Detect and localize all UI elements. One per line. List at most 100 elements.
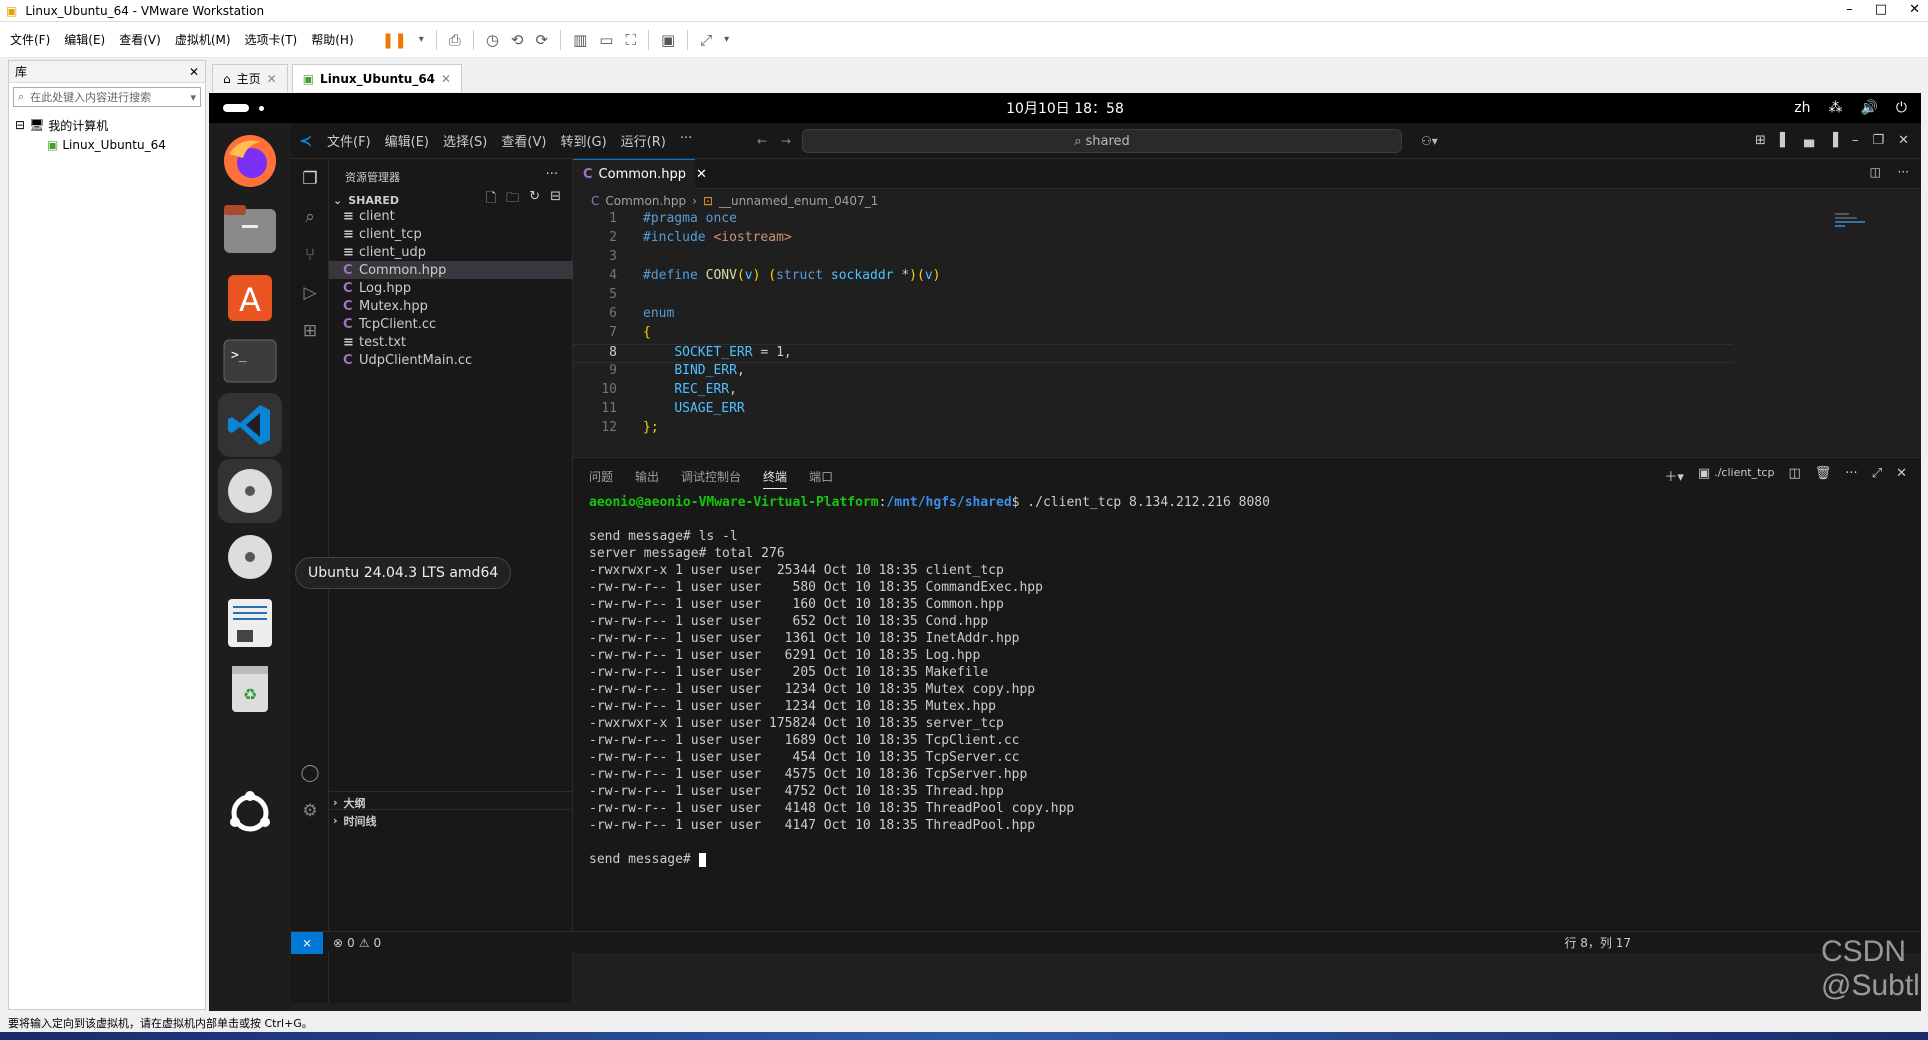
menu-file[interactable]: 文件(F): [10, 31, 50, 48]
file-item[interactable]: C UdpClientMain.cc: [329, 351, 573, 369]
minimize-icon[interactable]: –: [1846, 2, 1853, 17]
library-view-icon[interactable]: ▥: [573, 31, 587, 49]
stretch-icon[interactable]: ⤢: [700, 31, 712, 49]
vs-menu-go[interactable]: 转到(G): [560, 131, 606, 150]
revert-snapshot-icon[interactable]: ⟲: [511, 31, 524, 49]
tab-home[interactable]: ⌂ 主页 ✕: [212, 64, 288, 92]
close-icon[interactable]: ✕: [1898, 133, 1909, 148]
file-item[interactable]: ≡ test.txt: [329, 333, 573, 351]
new-terminal-icon[interactable]: ＋▾: [1664, 466, 1684, 485]
explorer-icon[interactable]: ❐: [300, 169, 320, 189]
terminal-input-line[interactable]: send message#: [589, 851, 1270, 868]
clock[interactable]: 10月10日 18：58: [1006, 98, 1124, 118]
guest-screen[interactable]: 10月10日 18：58 zh ⁂ 🔊 ⏻ A >_ ♻ ≺ 文件(F) 编辑(…: [209, 93, 1921, 1011]
minimap[interactable]: [1835, 213, 1875, 233]
command-center-search[interactable]: ⌕ shared: [802, 129, 1402, 153]
menu-edit[interactable]: 编辑(E): [64, 31, 105, 48]
chevron-down-icon[interactable]: ▾: [190, 91, 200, 104]
library-search-input[interactable]: ⌕ 在此处键入内容进行搜索 ▾: [13, 87, 201, 107]
file-item[interactable]: ≡ client: [329, 207, 573, 225]
run-debug-icon[interactable]: ▷: [300, 283, 320, 303]
close-icon[interactable]: ✕: [267, 72, 277, 86]
snapshot-icon[interactable]: ◷: [486, 31, 499, 49]
activities-indicator[interactable]: [223, 104, 249, 112]
vs-menu-edit[interactable]: 编辑(E): [385, 131, 429, 150]
vs-menu-view[interactable]: 查看(V): [501, 131, 546, 150]
menu-tabs[interactable]: 选项卡(T): [245, 31, 298, 48]
remote-indicator-icon[interactable]: ⨯: [291, 931, 323, 954]
breadcrumb-file[interactable]: Common.hpp: [605, 194, 686, 208]
file-item[interactable]: ≡ client_udp: [329, 243, 573, 261]
terminal-name[interactable]: ./client_tcp: [1714, 466, 1774, 485]
panel-tab-terminal[interactable]: 终端: [763, 468, 788, 489]
vs-menu-run[interactable]: 运行(R): [621, 131, 666, 150]
problems-status[interactable]: ⊗ 0 ⚠ 0: [333, 936, 381, 950]
trash-icon[interactable]: ♻: [218, 657, 282, 721]
input-method[interactable]: zh: [1794, 100, 1810, 116]
terminal-output[interactable]: aeonio@aeonio-VMware-Virtual-Platform:/m…: [589, 494, 1270, 868]
copilot-icon[interactable]: ⚇▾: [1421, 134, 1438, 148]
restore-icon[interactable]: ❐: [1872, 133, 1884, 148]
source-control-icon[interactable]: ⑂: [300, 245, 320, 265]
panel-tab-debug-console[interactable]: 调试控制台: [681, 468, 741, 489]
file-item[interactable]: C TcpClient.cc: [329, 315, 573, 333]
menu-vm[interactable]: 虚拟机(M): [175, 31, 231, 48]
disc-icon-2[interactable]: [218, 525, 282, 589]
back-arrow-icon[interactable]: ←: [757, 134, 767, 148]
show-apps-icon[interactable]: [218, 781, 282, 845]
tree-item-my-computer[interactable]: ⊟ 🖥 我的计算机: [15, 115, 199, 135]
code-view[interactable]: 1 #pragma once 2 #include <iostream> 3 4 #d…: [573, 211, 1773, 451]
terminal-icon[interactable]: >_: [218, 329, 282, 393]
file-item[interactable]: C Mutex.hpp: [329, 297, 573, 315]
extensions-icon[interactable]: ⊞: [300, 321, 320, 341]
menu-view[interactable]: 查看(V): [119, 31, 161, 48]
disc-icon[interactable]: [218, 459, 282, 523]
network-icon[interactable]: ⁂: [1828, 100, 1842, 116]
console-icon[interactable]: ▣: [661, 31, 675, 49]
dropdown-icon[interactable]: ▾: [724, 34, 729, 45]
close-tab-icon[interactable]: ✕: [696, 167, 707, 182]
thumbnail-view-icon[interactable]: ▭: [599, 31, 613, 49]
cursor-position[interactable]: 行 8，列 17: [1564, 934, 1631, 951]
forward-arrow-icon[interactable]: →: [781, 134, 791, 148]
editor-more-icon[interactable]: ···: [1898, 165, 1909, 179]
breadcrumb-symbol[interactable]: __unnamed_enum_0407_1: [719, 194, 878, 208]
minimize-icon[interactable]: –: [1852, 133, 1859, 148]
pause-icon[interactable]: ❚❚: [382, 31, 407, 49]
tree-item-vm[interactable]: ▣ Linux_Ubuntu_64: [15, 135, 199, 155]
vs-menu-selection[interactable]: 选择(S): [443, 131, 487, 150]
vs-menu-more[interactable]: ···: [680, 131, 692, 150]
panel-tab-ports[interactable]: 端口: [809, 468, 833, 489]
text-editor-icon[interactable]: [218, 591, 282, 655]
vs-menu-file[interactable]: 文件(F): [327, 131, 371, 150]
account-icon[interactable]: ◯: [300, 763, 320, 783]
toggle-panel-icon[interactable]: ▄: [1804, 133, 1814, 148]
collapse-icon[interactable]: ⊟: [15, 118, 25, 132]
dropdown-icon[interactable]: ▾: [419, 34, 424, 45]
volume-icon[interactable]: 🔊: [1860, 100, 1877, 116]
file-item[interactable]: C Common.hpp: [329, 261, 573, 279]
explorer-more-icon[interactable]: ···: [546, 167, 558, 182]
maximize-icon[interactable]: □: [1875, 2, 1887, 17]
panel-tab-problems[interactable]: 问题: [589, 468, 613, 489]
firefox-icon[interactable]: [218, 129, 282, 193]
close-icon[interactable]: ✕: [441, 72, 451, 86]
panel-more-icon[interactable]: ···: [1845, 466, 1857, 485]
search-icon[interactable]: ⌕: [300, 207, 320, 227]
customize-layout-icon[interactable]: ⊞: [1755, 133, 1766, 148]
menu-help[interactable]: 帮助(H): [311, 31, 353, 48]
editor-area[interactable]: C Common.hpp ✕ ◫ ··· C Common.hpp › ⊡ __…: [573, 159, 1921, 457]
split-editor-icon[interactable]: ◫: [1870, 165, 1881, 179]
editor-tab-common-hpp[interactable]: C Common.hpp ✕: [573, 159, 707, 189]
panel-tab-output[interactable]: 输出: [635, 468, 659, 489]
snapshot-manager-icon[interactable]: ⟳: [535, 31, 548, 49]
send-keys-icon[interactable]: ⎙: [449, 31, 461, 49]
power-icon[interactable]: ⏻: [1896, 100, 1907, 116]
close-icon[interactable]: ✕: [1909, 2, 1920, 17]
tab-vm[interactable]: ▣ Linux_Ubuntu_64 ✕: [291, 64, 463, 92]
maximize-panel-icon[interactable]: ⤢: [1872, 466, 1882, 485]
toggle-sidebar-icon[interactable]: ▌: [1780, 133, 1790, 148]
app-center-icon[interactable]: A: [218, 263, 282, 327]
kill-terminal-icon[interactable]: 🗑: [1815, 466, 1832, 485]
file-item[interactable]: ≡ client_tcp: [329, 225, 573, 243]
